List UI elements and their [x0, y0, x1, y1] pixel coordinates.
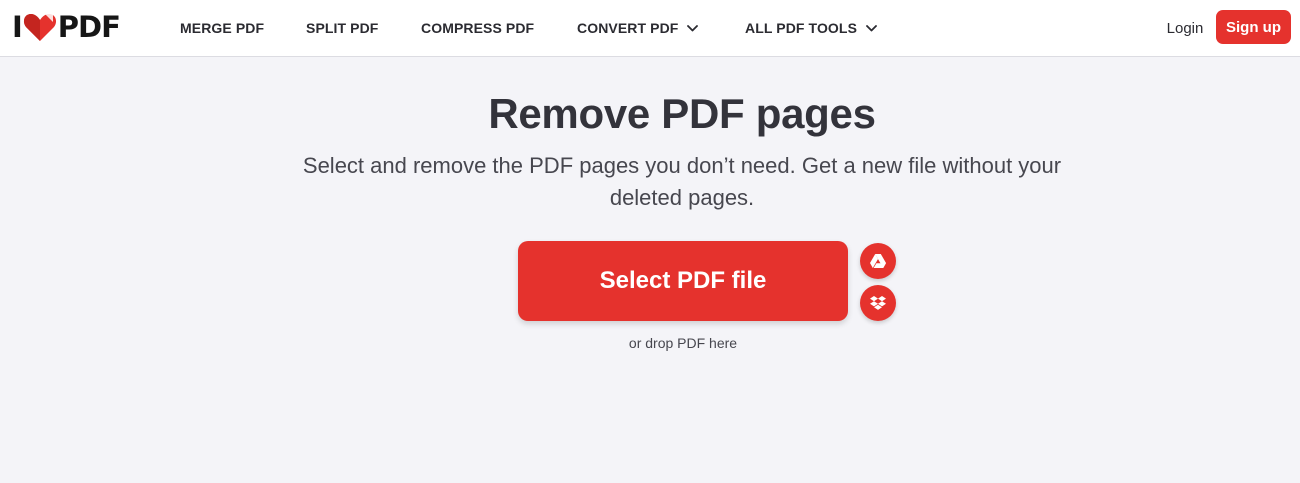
nav-all-pdf-tools-label: ALL PDF TOOLS — [745, 20, 858, 36]
google-drive-button[interactable] — [860, 243, 896, 279]
drop-pdf-hint: or drop PDF here — [628, 335, 738, 351]
top-header: I PDF MERGE PDF SPLIT PDF COMPRESS PDF C… — [0, 0, 1300, 57]
chevron-down-icon — [866, 24, 877, 31]
login-link[interactable]: Login — [1158, 0, 1212, 56]
ilovepdf-logo[interactable]: I PDF — [12, 10, 121, 44]
select-pdf-file-button[interactable]: Select PDF file — [518, 241, 848, 321]
nav-merge-pdf-label: MERGE PDF — [180, 20, 265, 36]
dropbox-icon — [870, 296, 886, 310]
logo-letter-i: I — [12, 10, 23, 44]
dropbox-button[interactable] — [860, 285, 896, 321]
nav-split-pdf[interactable]: SPLIT PDF — [306, 0, 378, 56]
heart-logo-icon — [23, 14, 56, 41]
page-title: Remove PDF pages — [488, 90, 876, 137]
signup-button[interactable]: Sign up — [1216, 10, 1291, 44]
page-subtitle: Select and remove the PDF pages you don’… — [302, 153, 1062, 210]
logo-pdf-text: PDF — [57, 10, 121, 44]
nav-merge-pdf[interactable]: MERGE PDF — [180, 0, 264, 56]
nav-convert-pdf-label: CONVERT PDF — [577, 20, 679, 36]
chevron-down-icon — [687, 24, 699, 31]
nav-split-pdf-label: SPLIT PDF — [306, 20, 379, 36]
nav-all-pdf-tools[interactable]: ALL PDF TOOLS — [745, 0, 877, 56]
nav-convert-pdf[interactable]: CONVERT PDF — [577, 0, 699, 56]
google-drive-icon — [870, 254, 886, 268]
nav-compress-pdf-label: COMPRESS PDF — [421, 20, 535, 36]
nav-compress-pdf[interactable]: COMPRESS PDF — [421, 0, 534, 56]
